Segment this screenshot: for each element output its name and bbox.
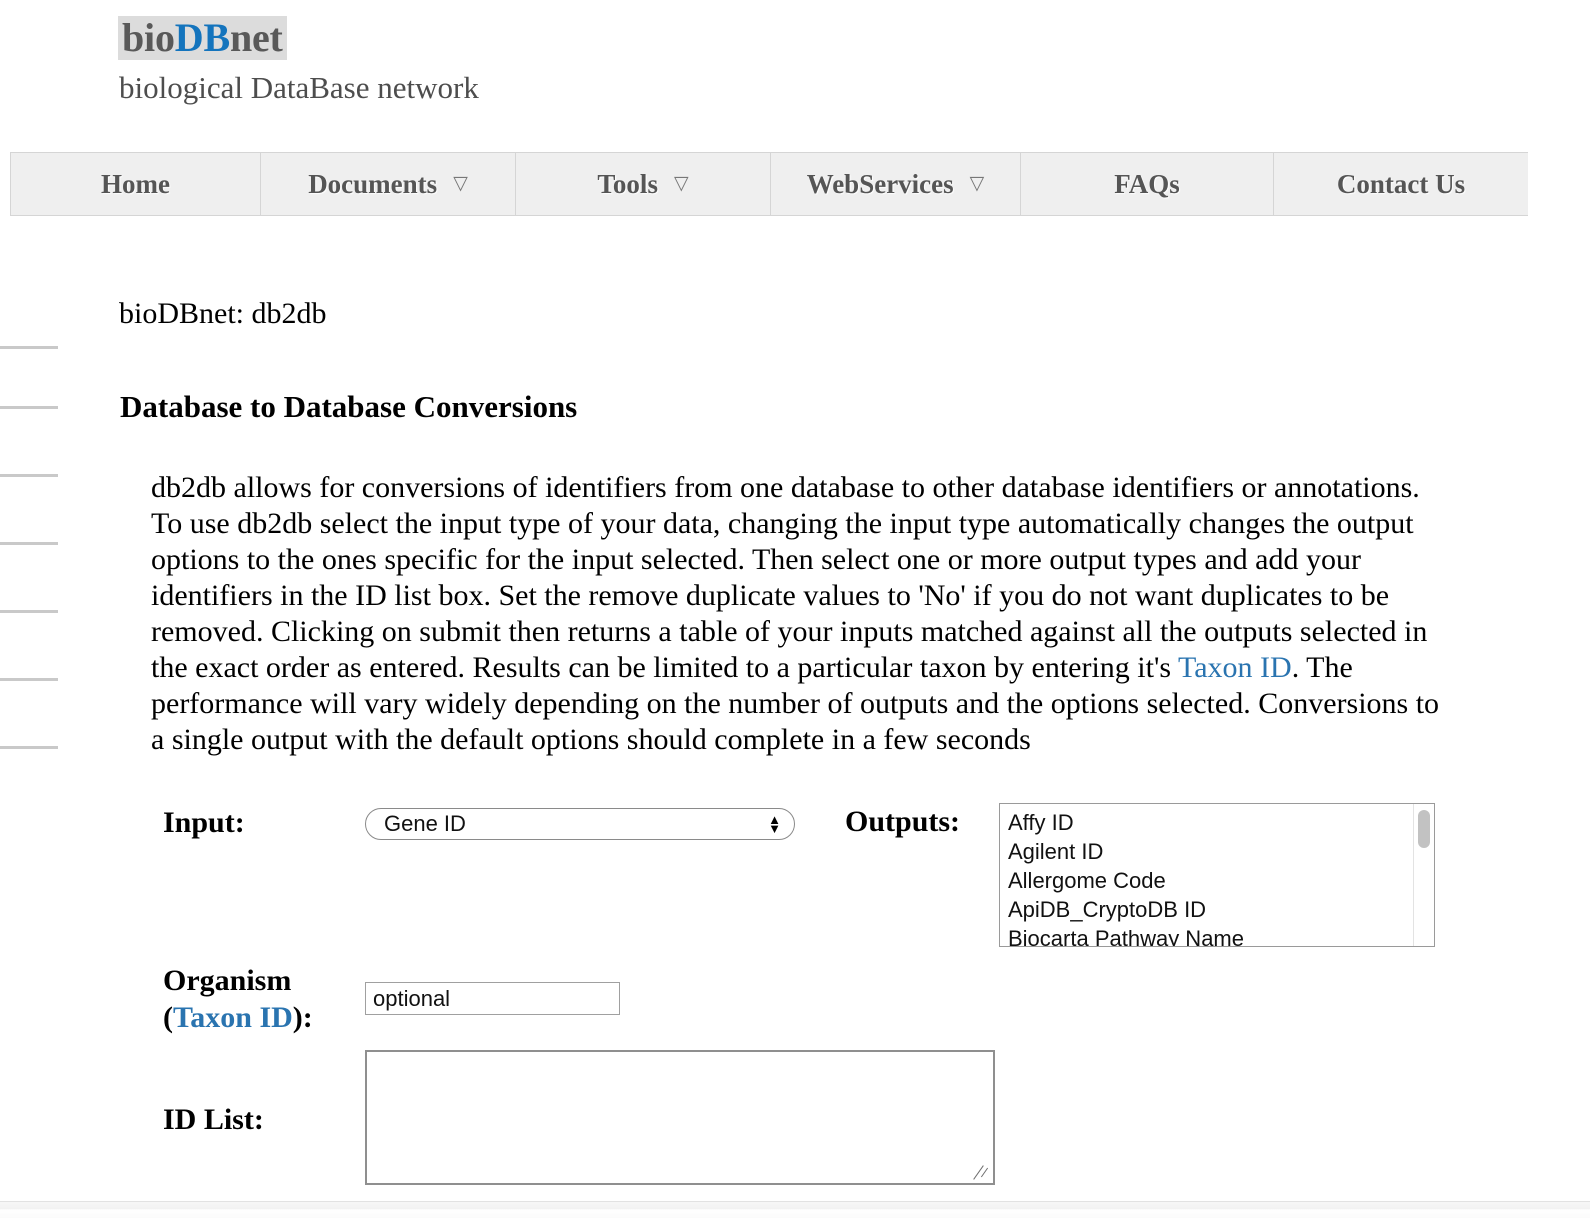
list-item[interactable]: Agilent ID [1008, 837, 1416, 866]
intro-description: db2db allows for conversions of identifi… [151, 470, 1451, 758]
id-list-label: ID List: [163, 1103, 264, 1136]
nav-label-documents: Documents [308, 168, 438, 199]
logo-text-net: net [229, 15, 283, 60]
logo-text-bio: bio [122, 15, 175, 60]
nav-label-contact-us: Contact Us [1336, 168, 1466, 199]
organism-paren-open: ( [163, 1001, 173, 1034]
nav-label-tools: Tools [597, 168, 658, 199]
list-item[interactable]: Affy ID [1008, 808, 1416, 837]
sidebar-divider [0, 406, 58, 409]
logo-wordmark: bioDBnet [118, 16, 287, 60]
nav-item-webservices[interactable]: WebServices ▽ [771, 153, 1021, 215]
chevron-down-icon: ▽ [969, 172, 985, 194]
input-type-selected-value: Gene ID [384, 811, 466, 836]
nav-item-home[interactable]: Home [11, 153, 261, 215]
nav-label-home: Home [101, 168, 170, 199]
sidebar-divider [0, 610, 58, 613]
sidebar-divider [0, 542, 58, 545]
scrollbar-thumb[interactable] [1418, 810, 1430, 848]
input-type-label: Input: [163, 806, 245, 839]
input-type-select[interactable]: Gene ID ▲ ▼ [365, 808, 795, 840]
nav-label-faqs: FAQs [1114, 168, 1180, 199]
taxon-id-link[interactable]: Taxon ID [1178, 651, 1292, 684]
list-item[interactable]: Allergome Code [1008, 866, 1416, 895]
taxon-id-input[interactable] [365, 982, 620, 1015]
site-logo[interactable]: bioDBnet [118, 16, 287, 60]
outputs-scrollbar[interactable] [1413, 804, 1434, 946]
id-list-textarea[interactable] [365, 1050, 995, 1185]
horizontal-scrollbar[interactable] [0, 1201, 1590, 1218]
sidebar-divider [0, 474, 58, 477]
list-item[interactable]: Biocarta Pathway Name [1008, 924, 1416, 946]
page-title: Database to Database Conversions [120, 388, 578, 424]
sidebar-divider [0, 746, 58, 749]
arrow-down-icon: ▼ [768, 821, 781, 836]
outputs-listbox[interactable]: Affy ID Agilent ID Allergome Code ApiDB_… [999, 803, 1435, 947]
outputs-option-list: Affy ID Agilent ID Allergome Code ApiDB_… [1000, 804, 1416, 946]
chevron-down-icon: ▽ [673, 172, 689, 194]
nav-item-contact-us[interactable]: Contact Us [1274, 153, 1528, 215]
nav-item-faqs[interactable]: FAQs [1021, 153, 1274, 215]
outputs-label: Outputs: [845, 805, 961, 838]
stepper-arrows-icon: ▲ ▼ [768, 813, 781, 836]
nav-item-tools[interactable]: Tools ▽ [516, 153, 771, 215]
logo-text-db: DB [174, 15, 230, 60]
breadcrumb: bioDBnet: db2db [119, 297, 327, 330]
sidebar-divider [0, 678, 58, 681]
organism-taxon-id-link[interactable]: Taxon ID [173, 1001, 293, 1034]
main-navigation: Home Documents ▽ Tools ▽ WebServices ▽ F… [10, 152, 1528, 216]
nav-label-webservices: WebServices [806, 168, 954, 199]
organism-taxon-label: Organism (Taxon ID): [163, 962, 313, 1036]
organism-paren-close: ): [292, 1001, 313, 1034]
sidebar-divider [0, 346, 58, 349]
nav-item-documents[interactable]: Documents ▽ [261, 153, 516, 215]
organism-label-line1: Organism [163, 964, 292, 997]
list-item[interactable]: ApiDB_CryptoDB ID [1008, 895, 1416, 924]
chevron-down-icon: ▽ [453, 172, 468, 194]
site-tagline: biological DataBase network [119, 70, 479, 105]
